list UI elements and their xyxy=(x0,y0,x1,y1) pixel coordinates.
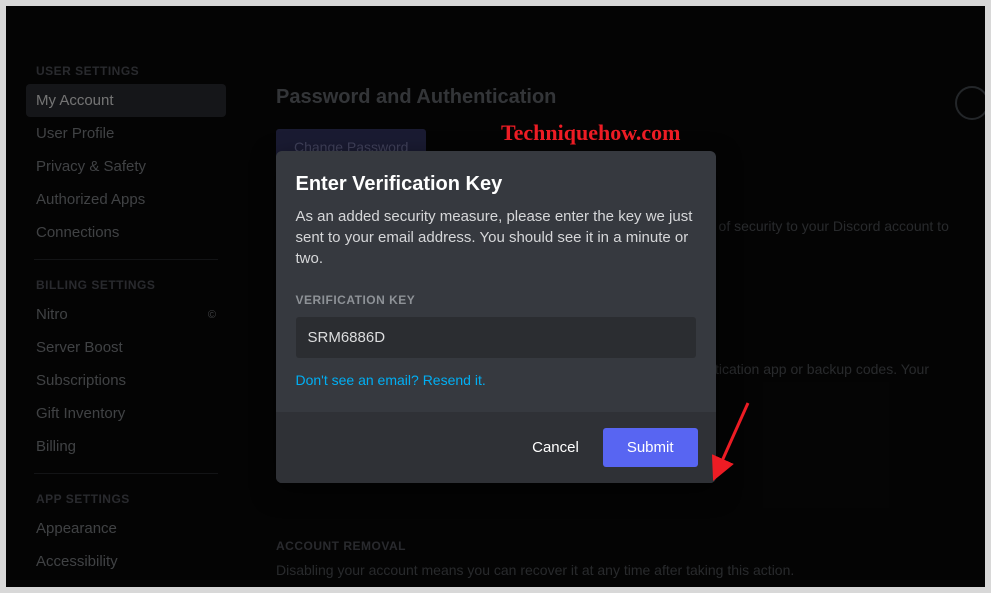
watermark-text: Techniquehow.com xyxy=(501,120,681,146)
modal-body: Enter Verification Key As an added secur… xyxy=(276,151,716,412)
modal-description: As an added security measure, please ent… xyxy=(296,206,696,269)
modal-footer: Cancel Submit xyxy=(276,412,716,483)
submit-button[interactable]: Submit xyxy=(603,428,698,467)
app-container: USER SETTINGS My Account User Profile Pr… xyxy=(6,6,985,587)
modal-title: Enter Verification Key xyxy=(296,173,696,196)
verification-key-label: VERIFICATION KEY xyxy=(296,293,696,307)
resend-email-link[interactable]: Don't see an email? Resend it. xyxy=(296,372,486,388)
verification-modal: Enter Verification Key As an added secur… xyxy=(276,151,716,483)
cancel-button[interactable]: Cancel xyxy=(528,429,583,466)
verification-key-input[interactable] xyxy=(296,317,696,358)
modal-overlay: Enter Verification Key As an added secur… xyxy=(6,6,985,587)
